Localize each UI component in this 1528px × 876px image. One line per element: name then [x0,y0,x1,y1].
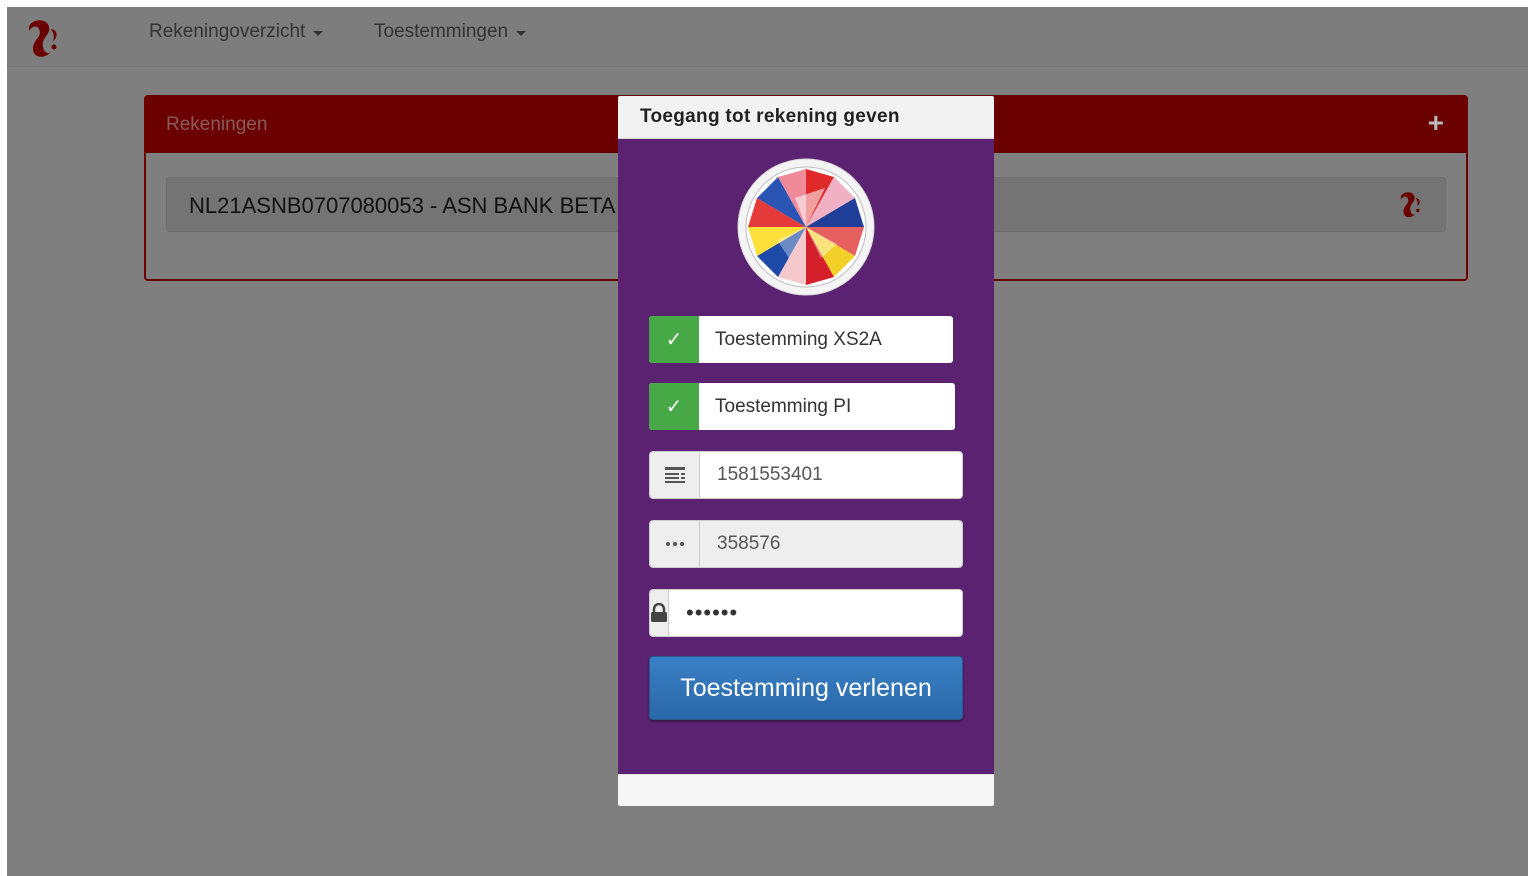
caret-down-icon [516,30,527,36]
nav-rekeningoverzicht[interactable]: Rekeningoverzicht [149,21,324,43]
consent-modal: Toegang tot rekening geven ✓ Toestemming… [618,96,994,806]
squirrel-logo-icon[interactable] [21,17,61,61]
pin-input[interactable] [700,521,962,567]
app-page: Rekeningoverzicht Toestemmingen Rekening… [7,7,1528,876]
nav-toestemmingen[interactable]: Toestemmingen [374,21,527,43]
lock-icon [650,590,669,636]
squirrel-logo-icon [1400,192,1420,218]
nav-toestemmingen-label: Toestemmingen [374,21,509,42]
modal-header: Toegang tot rekening geven [618,96,994,139]
account-label: NL21ASNB0707080053 - ASN BANK BETA [189,193,616,218]
modal-footer [618,774,994,806]
account-number-group [649,451,963,499]
caret-down-icon [313,30,324,36]
checkmark-icon: ✓ [649,383,699,430]
checkmark-icon: ✓ [649,316,699,363]
accounts-panel-title: Rekeningen [166,114,268,135]
consent-xs2a-label: Toestemming XS2A [715,328,882,350]
account-number-input[interactable] [700,452,962,498]
consent-pi[interactable]: ✓ Toestemming PI [649,383,955,430]
password-input[interactable] [669,590,962,636]
navbar: Rekeningoverzicht Toestemmingen [7,7,1528,67]
modal-title: Toegang tot rekening geven [640,106,900,127]
password-group [649,589,963,637]
consent-pi-label: Toestemming PI [715,395,852,417]
plus-icon[interactable]: + [1428,107,1444,139]
dots-icon [650,521,700,567]
grant-consent-button[interactable]: Toestemming verlenen [649,656,963,720]
pin-group [649,520,963,568]
consent-xs2a[interactable]: ✓ Toestemming XS2A [649,316,953,363]
account-list-icon [650,452,700,498]
asn-bank-logo-icon [737,158,875,296]
nav-rekeningoverzicht-label: Rekeningoverzicht [149,21,306,42]
